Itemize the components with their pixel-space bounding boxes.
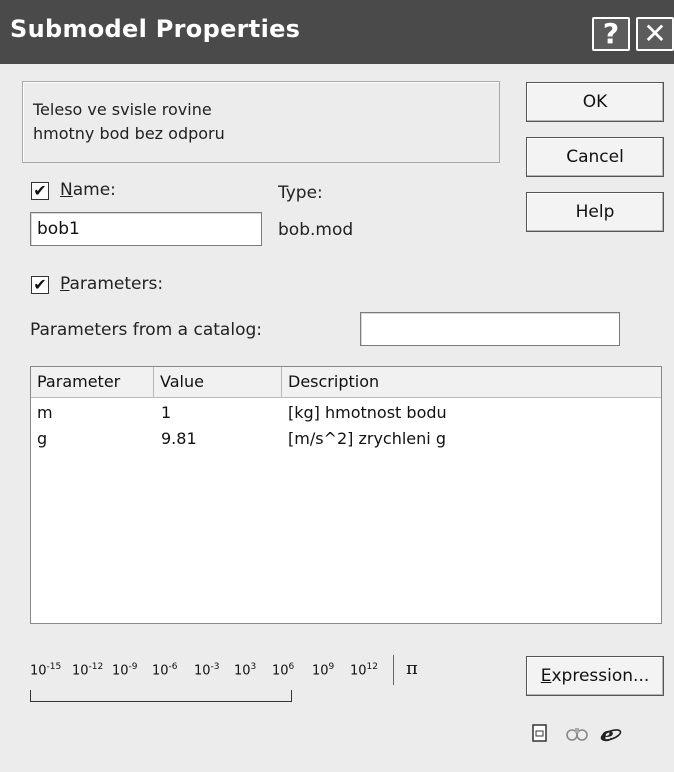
description-line: Teleso ve svisle rovine: [33, 100, 212, 119]
binoculars-icon[interactable]: [566, 724, 588, 744]
unit-range-bracket: [30, 690, 292, 702]
column-header-description[interactable]: Description: [282, 367, 661, 397]
table-header: Parameter Value Description: [31, 367, 661, 398]
help-button[interactable]: Help: [526, 192, 664, 232]
description-line: hmotny bod bez odporu: [33, 124, 225, 143]
unit-power-button[interactable]: 109: [312, 662, 334, 678]
help-icon[interactable]: ?: [592, 17, 630, 51]
close-icon[interactable]: ✕: [636, 17, 674, 51]
window-title: Submodel Properties: [10, 15, 301, 43]
unit-power-button[interactable]: 10-15: [30, 662, 61, 678]
name-label: Name:: [60, 180, 116, 200]
cancel-button[interactable]: Cancel: [526, 137, 664, 177]
type-label: Type:: [278, 183, 323, 203]
catalog-input[interactable]: [360, 312, 620, 346]
type-value: bob.mod: [278, 220, 354, 240]
expression-button[interactable]: Expression...: [526, 656, 664, 696]
unit-power-button[interactable]: 10-3: [194, 662, 220, 678]
description-box: Teleso ve svisle rovine hmotny bod bez o…: [22, 81, 500, 163]
unit-power-button[interactable]: 1012: [350, 662, 378, 678]
unit-power-button[interactable]: 106: [272, 662, 294, 678]
pi-button[interactable]: π: [406, 658, 418, 679]
parameters-checkbox[interactable]: ✔: [31, 276, 49, 294]
cell-parameter: m: [37, 403, 53, 422]
globe-icon[interactable]: e: [600, 722, 622, 746]
unit-power-button[interactable]: 10-6: [152, 662, 178, 678]
parameters-label: Parameters:: [60, 274, 164, 294]
cell-value: 9.81: [161, 429, 197, 448]
toolbar-separator: [393, 655, 394, 685]
name-checkbox[interactable]: ✔: [31, 182, 49, 200]
name-input[interactable]: bob1: [30, 212, 262, 246]
cell-parameter: g: [37, 429, 48, 448]
unit-power-button[interactable]: 10-12: [72, 662, 103, 678]
cell-value: 1: [161, 403, 172, 422]
unit-power-button[interactable]: 103: [234, 662, 256, 678]
cell-description: [m/s^2] zrychleni g: [288, 429, 446, 448]
ok-button[interactable]: OK: [526, 82, 664, 122]
cell-description: [kg] hmotnost bodu: [288, 403, 447, 422]
document-icon[interactable]: [530, 724, 550, 744]
column-header-parameter[interactable]: Parameter: [31, 367, 154, 397]
title-bar: Submodel Properties ? ✕: [0, 0, 674, 64]
unit-power-button[interactable]: 10-9: [112, 662, 138, 678]
parameters-table[interactable]: Parameter Value Description m 1 [kg] hmo…: [30, 366, 662, 624]
catalog-label: Parameters from a catalog:: [30, 320, 262, 340]
submodel-properties-dialog: Submodel Properties ? ✕ Teleso ve svisle…: [0, 0, 674, 772]
svg-text:e: e: [601, 724, 614, 744]
column-header-value[interactable]: Value: [154, 367, 282, 397]
